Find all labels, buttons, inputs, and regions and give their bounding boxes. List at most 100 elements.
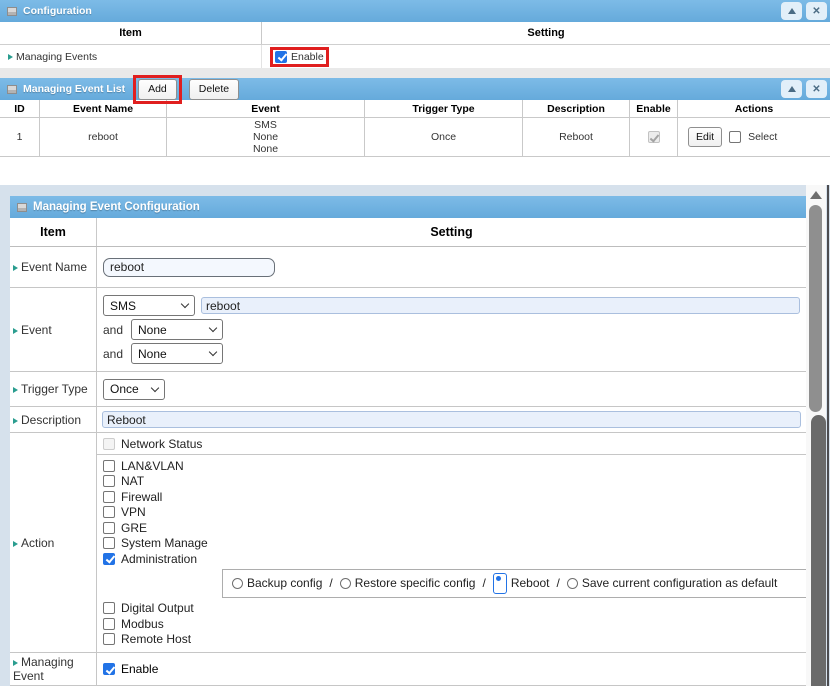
delete-button[interactable]: Delete — [189, 79, 239, 100]
vpn-checkbox[interactable] — [103, 506, 115, 518]
nat-label: NAT — [121, 474, 144, 488]
event-config-table-header: Item Setting — [10, 218, 806, 247]
column-description: Description — [523, 100, 630, 117]
event-name-input[interactable] — [103, 258, 275, 277]
and-label: and — [103, 347, 125, 361]
scrollbar-thumb-outer[interactable] — [811, 415, 826, 686]
column-item: Item — [10, 218, 97, 246]
description-row: Description — [10, 407, 806, 433]
trigger-type-value: Once — [110, 382, 139, 396]
restore-config-radio[interactable] — [340, 578, 351, 589]
bullet-arrow-icon — [13, 265, 18, 271]
chevron-down-icon — [151, 383, 159, 391]
select-label: Select — [748, 131, 777, 143]
save-default-label: Save current configuration as default — [582, 576, 777, 590]
event-type-value: SMS — [110, 299, 136, 313]
collapse-button[interactable] — [781, 80, 802, 98]
event-name-row: Event Name — [10, 247, 806, 288]
event-config-panel-header: Managing Event Configuration — [10, 196, 806, 218]
vpn-label: VPN — [121, 505, 146, 519]
firewall-checkbox[interactable] — [103, 491, 115, 503]
reboot-label: Reboot — [511, 576, 550, 590]
scroll-up-icon[interactable] — [810, 191, 822, 199]
panel-icon — [7, 7, 17, 16]
network-status-checkbox — [103, 438, 115, 450]
bullet-arrow-icon — [13, 328, 18, 334]
managing-events-enable-checkbox[interactable] — [275, 51, 287, 63]
bullet-arrow-icon — [13, 418, 18, 424]
remote-host-label: Remote Host — [121, 632, 191, 646]
event-config-panel: Managing Event Configuration Item Settin… — [10, 196, 806, 686]
event-line: SMS — [254, 119, 277, 131]
event-and-select-1[interactable]: None — [131, 319, 223, 340]
enable-label: Enable — [291, 51, 324, 63]
column-setting: Setting — [262, 22, 830, 44]
reboot-radio[interactable] — [493, 573, 507, 594]
column-enable: Enable — [630, 100, 678, 117]
save-default-radio[interactable] — [567, 578, 578, 589]
network-status-label: Network Status — [121, 437, 202, 451]
column-event: Event — [167, 100, 365, 117]
scrollbar-thumb[interactable] — [809, 205, 822, 412]
window-edge — [827, 185, 829, 686]
close-button[interactable]: ✕ — [806, 80, 827, 98]
chevron-down-icon — [181, 300, 189, 308]
configuration-panel-header: Configuration ✕ — [0, 0, 830, 22]
event-type-select[interactable]: SMS — [103, 295, 195, 316]
gre-label: GRE — [121, 521, 147, 535]
row-id: 1 — [0, 118, 40, 156]
managing-event-label: Managing Event — [13, 655, 74, 683]
collapse-arrow-icon — [788, 8, 796, 14]
option-separator: / — [329, 576, 332, 590]
event-value-input[interactable] — [201, 297, 800, 314]
modbus-label: Modbus — [121, 617, 164, 631]
column-trigger-type: Trigger Type — [365, 100, 523, 117]
add-button[interactable]: Add — [138, 79, 177, 100]
system-manage-label: System Manage — [121, 536, 208, 550]
managing-events-label: Managing Events — [16, 51, 97, 63]
action-row: Action Network Status LAN&VLAN NAT Firew… — [10, 433, 806, 653]
digital-output-checkbox[interactable] — [103, 602, 115, 614]
row-event-name: reboot — [40, 118, 167, 156]
event-list-table-header: ID Event Name Event Trigger Type Descrip… — [0, 100, 830, 118]
action-label: Action — [21, 536, 54, 550]
managing-event-enable-checkbox[interactable] — [103, 663, 115, 675]
lan-vlan-label: LAN&VLAN — [121, 459, 184, 473]
backup-config-radio[interactable] — [232, 578, 243, 589]
administration-checkbox[interactable] — [103, 553, 115, 565]
lan-vlan-checkbox[interactable] — [103, 460, 115, 472]
select-checkbox[interactable] — [729, 131, 741, 143]
collapse-arrow-icon — [788, 86, 796, 92]
column-id: ID — [0, 100, 40, 117]
edit-button[interactable]: Edit — [688, 127, 722, 147]
close-button[interactable]: ✕ — [806, 2, 827, 20]
option-separator: / — [557, 576, 560, 590]
modbus-checkbox[interactable] — [103, 618, 115, 630]
event-and-select-2[interactable]: None — [131, 343, 223, 364]
column-setting: Setting — [97, 218, 806, 246]
backup-config-label: Backup config — [247, 576, 322, 590]
column-item: Item — [0, 22, 262, 44]
system-manage-checkbox[interactable] — [103, 537, 115, 549]
description-input[interactable] — [102, 411, 801, 428]
firewall-label: Firewall — [121, 490, 162, 504]
gre-checkbox[interactable] — [103, 522, 115, 534]
configuration-title: Configuration — [23, 5, 92, 17]
event-name-label: Event Name — [21, 260, 87, 274]
enable-highlight-box: Enable — [270, 47, 329, 67]
collapse-button[interactable] — [781, 2, 802, 20]
nat-checkbox[interactable] — [103, 475, 115, 487]
row-event: SMS None None — [167, 118, 365, 156]
remote-host-checkbox[interactable] — [103, 633, 115, 645]
add-highlight-box: Add — [133, 75, 182, 104]
and-label: and — [103, 323, 125, 337]
event-list-title: Managing Event List — [23, 83, 125, 95]
vertical-scrollbar[interactable] — [806, 185, 826, 686]
trigger-type-select[interactable]: Once — [103, 379, 165, 400]
event-config-title: Managing Event Configuration — [33, 201, 200, 213]
row-description: Reboot — [523, 118, 630, 156]
administration-label: Administration — [121, 552, 197, 566]
restore-config-label: Restore specific config — [355, 576, 476, 590]
bullet-arrow-icon — [13, 541, 18, 547]
scroll-region: Managing Event Configuration Item Settin… — [0, 185, 830, 686]
